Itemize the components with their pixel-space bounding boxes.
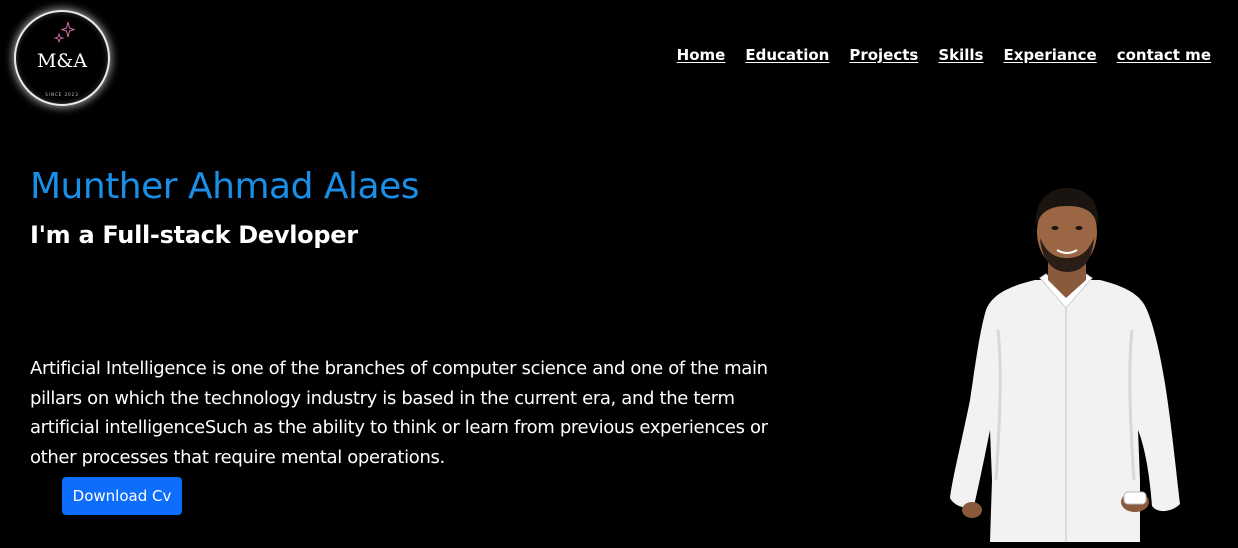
nav-link-skills[interactable]: Skills — [938, 46, 983, 64]
nav-link-education[interactable]: Education — [745, 46, 829, 64]
download-cv-button[interactable]: Download Cv — [62, 477, 182, 515]
hero-description: Artificial Intelligence is one of the br… — [30, 358, 768, 468]
nav-link-contact[interactable]: contact me — [1117, 46, 1211, 64]
hero-name: Munther Ahmad Alaes — [30, 166, 419, 207]
profile-photo — [950, 188, 1180, 542]
sparkle-icon — [54, 21, 76, 44]
nav-link-home[interactable]: Home — [677, 46, 726, 64]
hero-title: I'm a Full-stack Devloper — [30, 221, 358, 249]
logo-text: M&A — [36, 50, 88, 72]
nav-link-experiance[interactable]: Experiance — [1003, 46, 1096, 64]
brand-logo[interactable]: M&A SINCE 2023 — [14, 10, 110, 106]
page: M&A SINCE 2023 Home Education Projects S… — [0, 0, 1238, 548]
logo-since-text: SINCE 2023 — [45, 92, 79, 97]
nav-link-projects[interactable]: Projects — [849, 46, 918, 64]
main-nav: Home Education Projects Skills Experianc… — [677, 46, 1211, 64]
